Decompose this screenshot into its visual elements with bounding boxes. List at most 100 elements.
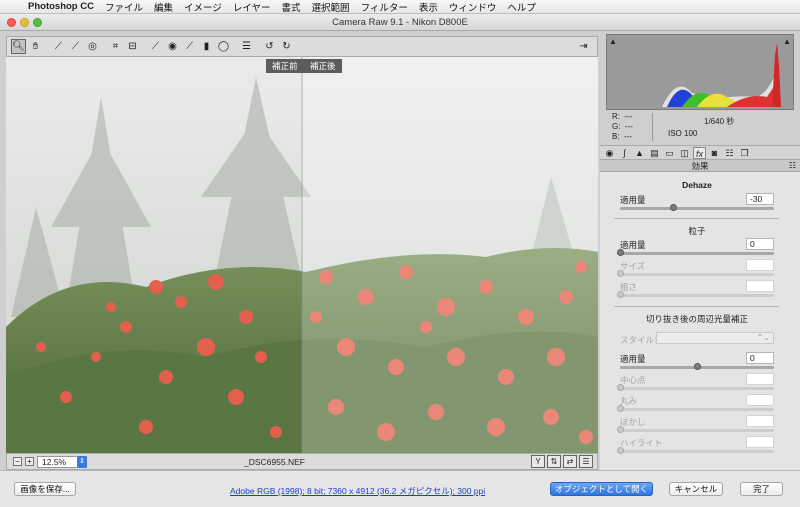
panel-menu-icon[interactable]: ☷ <box>789 160 796 172</box>
zoom-out-button[interactable]: − <box>13 457 22 466</box>
graduated-filter-icon[interactable]: ▮ <box>199 39 214 54</box>
straighten-icon[interactable]: ⊟ <box>125 39 140 54</box>
dehaze-amount-slider[interactable] <box>620 204 774 211</box>
r-readout: R: --- <box>612 112 633 121</box>
vignette-heading: 切り抜き後の周辺光量補正 <box>645 314 748 324</box>
grain-heading: 粒子 <box>688 226 706 236</box>
tab-split-toning-icon[interactable]: ▭ <box>663 147 676 159</box>
menu-window[interactable]: ウィンドウ <box>449 0 497 14</box>
target-adjust-icon[interactable]: ◎ <box>85 39 100 54</box>
menu-type[interactable]: 書式 <box>282 0 301 14</box>
tab-basic-icon[interactable]: ◉ <box>603 147 616 159</box>
preferences-icon[interactable]: ☰ <box>239 39 254 54</box>
b-readout: B: --- <box>612 132 633 141</box>
shutter-speed: 1/640 秒 <box>704 117 735 126</box>
close-window-button[interactable] <box>7 18 16 27</box>
red-eye-icon[interactable]: ◉ <box>165 39 180 54</box>
white-balance-icon[interactable]: ⟋ <box>51 39 66 54</box>
menu-bar: Photoshop CC ファイル 編集 イメージ レイヤー 書式 選択範囲 フ… <box>0 0 800 14</box>
cancel-button[interactable]: キャンセル <box>669 482 723 496</box>
crop-icon[interactable]: ⌗ <box>108 39 123 54</box>
slider-thumb[interactable] <box>670 204 678 211</box>
zoom-in-button[interactable]: + <box>25 457 34 466</box>
radial-filter-icon[interactable]: ◯ <box>216 39 231 54</box>
tab-tone-curve-icon[interactable]: ∫ <box>618 147 631 159</box>
spot-removal-icon[interactable]: ⟋ <box>148 39 163 54</box>
vignette-midpoint-input <box>746 373 774 385</box>
menu-help[interactable]: ヘルプ <box>507 0 536 14</box>
menu-edit[interactable]: 編集 <box>154 0 173 14</box>
swap-settings-icon[interactable]: ⇅ <box>547 455 561 468</box>
toggle-default-icon[interactable]: ☰ <box>579 455 593 468</box>
slider-thumb[interactable] <box>617 249 624 256</box>
vignette-feather-input <box>746 415 774 427</box>
vignette-style-select: ⌃⌄ <box>656 332 774 344</box>
grain-size-label: サイズ <box>620 261 646 271</box>
menu-filter[interactable]: フィルター <box>361 0 408 14</box>
slider-thumb <box>617 447 624 454</box>
menu-image[interactable]: イメージ <box>184 0 222 14</box>
file-name: _DSC6955.NEF <box>244 457 305 467</box>
minimize-window-button[interactable] <box>20 18 29 27</box>
grain-size-slider <box>617 270 774 277</box>
hand-icon[interactable]: ✋︎ <box>28 39 43 54</box>
open-object-button[interactable]: オブジェクトとして開く <box>550 482 653 496</box>
rotate-cw-icon[interactable]: ↻ <box>279 39 294 54</box>
vignette-midpoint-slider <box>617 384 774 391</box>
fullscreen-toggle-icon[interactable]: ⇥ <box>576 39 591 54</box>
zoom-icon[interactable]: 🔍︎ <box>11 39 26 54</box>
vignette-feather-label: ぼかし <box>620 417 646 427</box>
menu-view[interactable]: 表示 <box>419 0 438 14</box>
panel-header: 効果 ☷ <box>600 160 800 172</box>
adjustment-brush-icon[interactable]: ⟋ <box>182 39 197 54</box>
panel-tabs: ◉ ∫ ▲ ▤ ▭ ◫ fx ◙ ☷ ❐ <box>600 145 800 160</box>
grain-amount-slider[interactable] <box>617 249 774 256</box>
vignette-amount-input[interactable]: 0 <box>746 352 774 364</box>
dehaze-amount-label: 適用量 <box>620 195 646 205</box>
tab-detail-icon[interactable]: ▲ <box>633 147 646 159</box>
menu-app-name[interactable]: Photoshop CC <box>28 1 94 12</box>
shadow-clipping-icon[interactable]: ▲ <box>609 37 617 46</box>
menu-select[interactable]: 選択範囲 <box>312 0 350 14</box>
effects-panel: Dehaze 適用量 -30 粒子 適用量 0 サイズ 粗さ 切り抜き後の周辺光… <box>600 172 800 470</box>
photo-canvas <box>6 57 598 453</box>
grain-amount-label: 適用量 <box>620 240 646 250</box>
tab-presets-icon[interactable]: ☷ <box>723 147 736 159</box>
save-image-button[interactable]: 画像を保存... <box>14 482 76 496</box>
dialog-footer: 画像を保存... Adobe RGB (1998); 8 bit; 7360 x… <box>0 470 800 507</box>
dehaze-heading: Dehaze <box>682 180 712 190</box>
vignette-roundness-slider <box>617 405 774 412</box>
grain-amount-input[interactable]: 0 <box>746 238 774 250</box>
tab-camera-calibration-icon[interactable]: ◙ <box>708 147 721 159</box>
window-titlebar: Camera Raw 9.1 - Nikon D800E <box>0 14 800 31</box>
vignette-feather-slider <box>617 426 774 433</box>
slider-thumb <box>617 384 624 391</box>
before-after-view-icon[interactable]: Y <box>531 455 545 468</box>
rotate-ccw-icon[interactable]: ↺ <box>262 39 277 54</box>
copy-settings-icon[interactable]: ⇄ <box>563 455 577 468</box>
vignette-roundness-input <box>746 394 774 406</box>
vignette-highlights-label: ハイライト <box>620 438 663 448</box>
image-preview[interactable]: 補正前 補正後 <box>6 57 598 453</box>
workflow-options-link[interactable]: Adobe RGB (1998); 8 bit; 7360 x 4912 (36… <box>230 485 485 497</box>
tab-snapshots-icon[interactable]: ❐ <box>738 147 751 159</box>
tab-effects-icon[interactable]: fx <box>693 146 706 159</box>
vignette-amount-slider[interactable] <box>620 363 774 370</box>
zoom-level-value: 12.5% <box>42 457 67 467</box>
dehaze-amount-input[interactable]: -30 <box>746 193 774 205</box>
color-sampler-icon[interactable]: ⟋ <box>68 39 83 54</box>
highlight-clipping-icon[interactable]: ▲ <box>783 37 791 46</box>
menu-layer[interactable]: レイヤー <box>233 0 271 14</box>
vignette-midpoint-label: 中心点 <box>620 375 646 385</box>
slider-thumb[interactable] <box>694 363 701 370</box>
done-button[interactable]: 完了 <box>740 482 783 496</box>
zoom-window-button[interactable] <box>33 18 42 27</box>
grain-roughness-input <box>746 280 774 292</box>
iso-value: ISO 100 <box>668 129 698 138</box>
preview-status-bar: − + 12.5% ⇕ _DSC6955.NEF Y ⇅ ⇄ ☰ <box>6 453 598 470</box>
zoom-level-select[interactable]: 12.5% ⇕ <box>37 456 87 468</box>
tab-lens-icon[interactable]: ◫ <box>678 147 691 159</box>
vignette-amount-label: 適用量 <box>620 354 646 364</box>
menu-file[interactable]: ファイル <box>105 0 143 14</box>
tab-hsl-icon[interactable]: ▤ <box>648 147 661 159</box>
